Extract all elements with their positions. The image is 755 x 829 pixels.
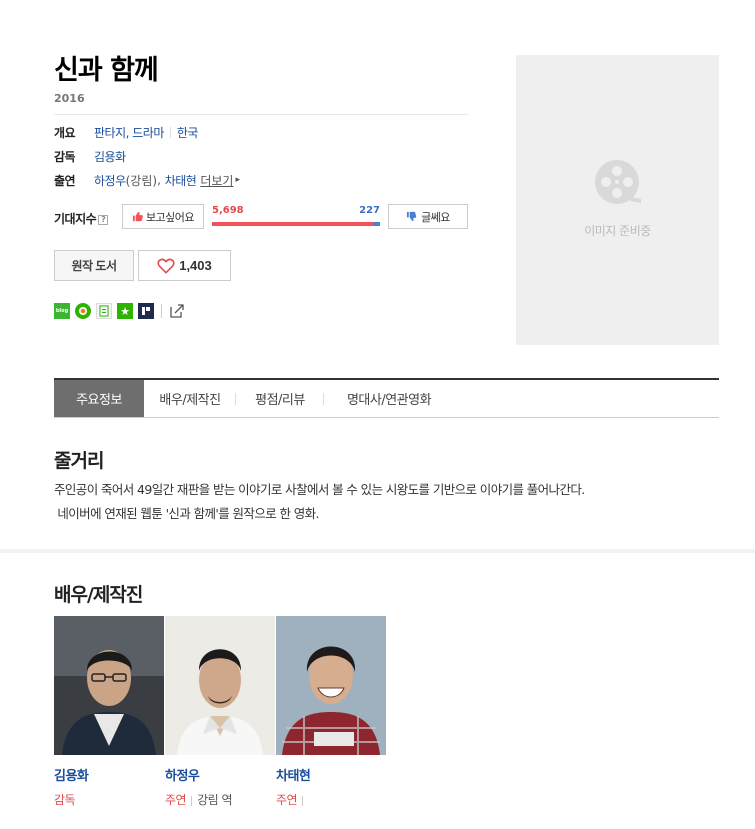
tab-label: 배우/제작진 bbox=[159, 393, 221, 408]
cast-label: 출연 bbox=[54, 173, 76, 188]
like-button[interactable]: 1,403 bbox=[138, 250, 231, 281]
like-count: 1,403 bbox=[179, 258, 212, 273]
bar-track bbox=[212, 222, 380, 226]
heart-icon bbox=[157, 258, 175, 274]
poster-placeholder: 이미지 준비중 bbox=[516, 55, 719, 345]
blog-icon[interactable]: blog bbox=[54, 303, 70, 319]
overview-row: 개요 판타지, 드라마 한국 bbox=[54, 124, 198, 140]
movie-title: 신과 함께 bbox=[54, 55, 159, 86]
person-role: 감독 bbox=[54, 791, 164, 808]
separator bbox=[169, 126, 171, 138]
nope-count: 227 bbox=[359, 205, 380, 216]
external-share-icon[interactable] bbox=[169, 303, 185, 319]
thumbs-up-icon bbox=[132, 211, 143, 222]
role-label: 주연 bbox=[165, 793, 187, 807]
role-label: 주연 bbox=[276, 793, 298, 807]
genre-link[interactable]: 판타지, 드라마 bbox=[94, 124, 164, 141]
character-name: 강림 역 bbox=[197, 793, 233, 807]
want-label: 보고싶어요 bbox=[145, 211, 195, 224]
cast-link-2[interactable]: 차태현 bbox=[165, 172, 197, 189]
cast-link-1[interactable]: 하정우 bbox=[94, 172, 126, 189]
separator bbox=[161, 304, 162, 318]
share-row: blog ★ bbox=[54, 303, 185, 319]
original-book-button[interactable]: 원작 도서 bbox=[54, 250, 134, 281]
expectation-label: 기대지수? bbox=[54, 210, 109, 227]
want-bar-fill bbox=[212, 222, 374, 226]
cast-row: 출연 하정우 (강림) , 차태현 더보기 ▸ bbox=[54, 172, 240, 189]
title-divider bbox=[54, 114, 468, 115]
cast-card[interactable]: 차태현 주연 bbox=[276, 616, 386, 808]
person-name[interactable]: 차태현 bbox=[276, 765, 386, 784]
overview-label: 개요 bbox=[54, 125, 76, 140]
cast-card[interactable]: 김용화 감독 bbox=[54, 616, 164, 808]
cafe-icon[interactable] bbox=[75, 303, 91, 319]
thumbs-down-icon bbox=[406, 211, 417, 222]
cast-role-1: (강림) bbox=[125, 173, 158, 188]
director-label: 감독 bbox=[54, 149, 76, 164]
want-to-see-button[interactable]: 보고싶어요 bbox=[122, 204, 204, 229]
band-icon[interactable] bbox=[138, 303, 154, 319]
crew-heading: 배우/제작진 bbox=[54, 584, 143, 606]
movie-year: 2016 bbox=[54, 92, 85, 105]
person-photo[interactable] bbox=[54, 616, 164, 755]
memo-icon[interactable] bbox=[96, 303, 112, 319]
person-name[interactable]: 하정우 bbox=[165, 765, 275, 784]
cast-card[interactable]: 하정우 주연 강림 역 bbox=[165, 616, 275, 808]
separator bbox=[191, 795, 193, 806]
expectation-index: 기대지수? 보고싶어요 5,698 227 글쎄요 bbox=[54, 204, 468, 230]
nope-label: 글쎄요 bbox=[421, 211, 450, 224]
poster-placeholder-text: 이미지 준비중 bbox=[584, 224, 651, 238]
role-label: 감독 bbox=[54, 793, 76, 807]
synopsis-text: 주인공이 죽어서 49일간 재판을 받는 이야기로 사찰에서 볼 수 있는 시왕… bbox=[54, 478, 719, 526]
synopsis-line-2: 네이버에 연재된 웹툰 '신과 함께'를 원작으로 한 영화. bbox=[54, 506, 319, 521]
expectation-bar: 5,698 227 bbox=[212, 204, 380, 230]
person-name[interactable]: 김용화 bbox=[54, 765, 164, 784]
film-reel-icon bbox=[595, 160, 641, 204]
chevron-right-icon: ▸ bbox=[235, 175, 240, 185]
synopsis-line-1: 주인공이 죽어서 49일간 재판을 받는 이야기로 사찰에서 볼 수 있는 시왕… bbox=[54, 482, 585, 497]
separator bbox=[302, 795, 304, 806]
tab-main-info[interactable]: 주요정보 bbox=[54, 380, 144, 417]
tab-quotes-related[interactable]: 명대사/연관영화 bbox=[324, 380, 454, 417]
director-row: 감독 김용화 bbox=[54, 148, 126, 164]
tab-reviews[interactable]: 평점/리뷰 bbox=[236, 380, 324, 417]
tab-label: 명대사/연관영화 bbox=[346, 393, 432, 408]
help-icon[interactable]: ? bbox=[98, 215, 109, 225]
person-role: 주연 강림 역 bbox=[165, 791, 275, 808]
tab-cast-crew[interactable]: 배우/제작진 bbox=[144, 380, 236, 417]
not-sure-button[interactable]: 글쎄요 bbox=[388, 204, 468, 229]
person-role: 주연 bbox=[276, 791, 386, 808]
synopsis-heading: 줄거리 bbox=[54, 450, 104, 472]
director-link[interactable]: 김용화 bbox=[94, 148, 126, 165]
more-cast-link[interactable]: 더보기 bbox=[200, 172, 233, 189]
person-photo[interactable] bbox=[276, 616, 386, 755]
section-divider bbox=[0, 549, 755, 553]
country-link[interactable]: 한국 bbox=[177, 124, 199, 141]
want-count: 5,698 bbox=[212, 205, 244, 216]
bookmark-star-icon[interactable]: ★ bbox=[117, 303, 133, 319]
tab-label: 평점/리뷰 bbox=[255, 393, 305, 408]
person-photo[interactable] bbox=[165, 616, 275, 755]
tab-bar: 주요정보 배우/제작진 평점/리뷰 명대사/연관영화 bbox=[54, 378, 719, 418]
